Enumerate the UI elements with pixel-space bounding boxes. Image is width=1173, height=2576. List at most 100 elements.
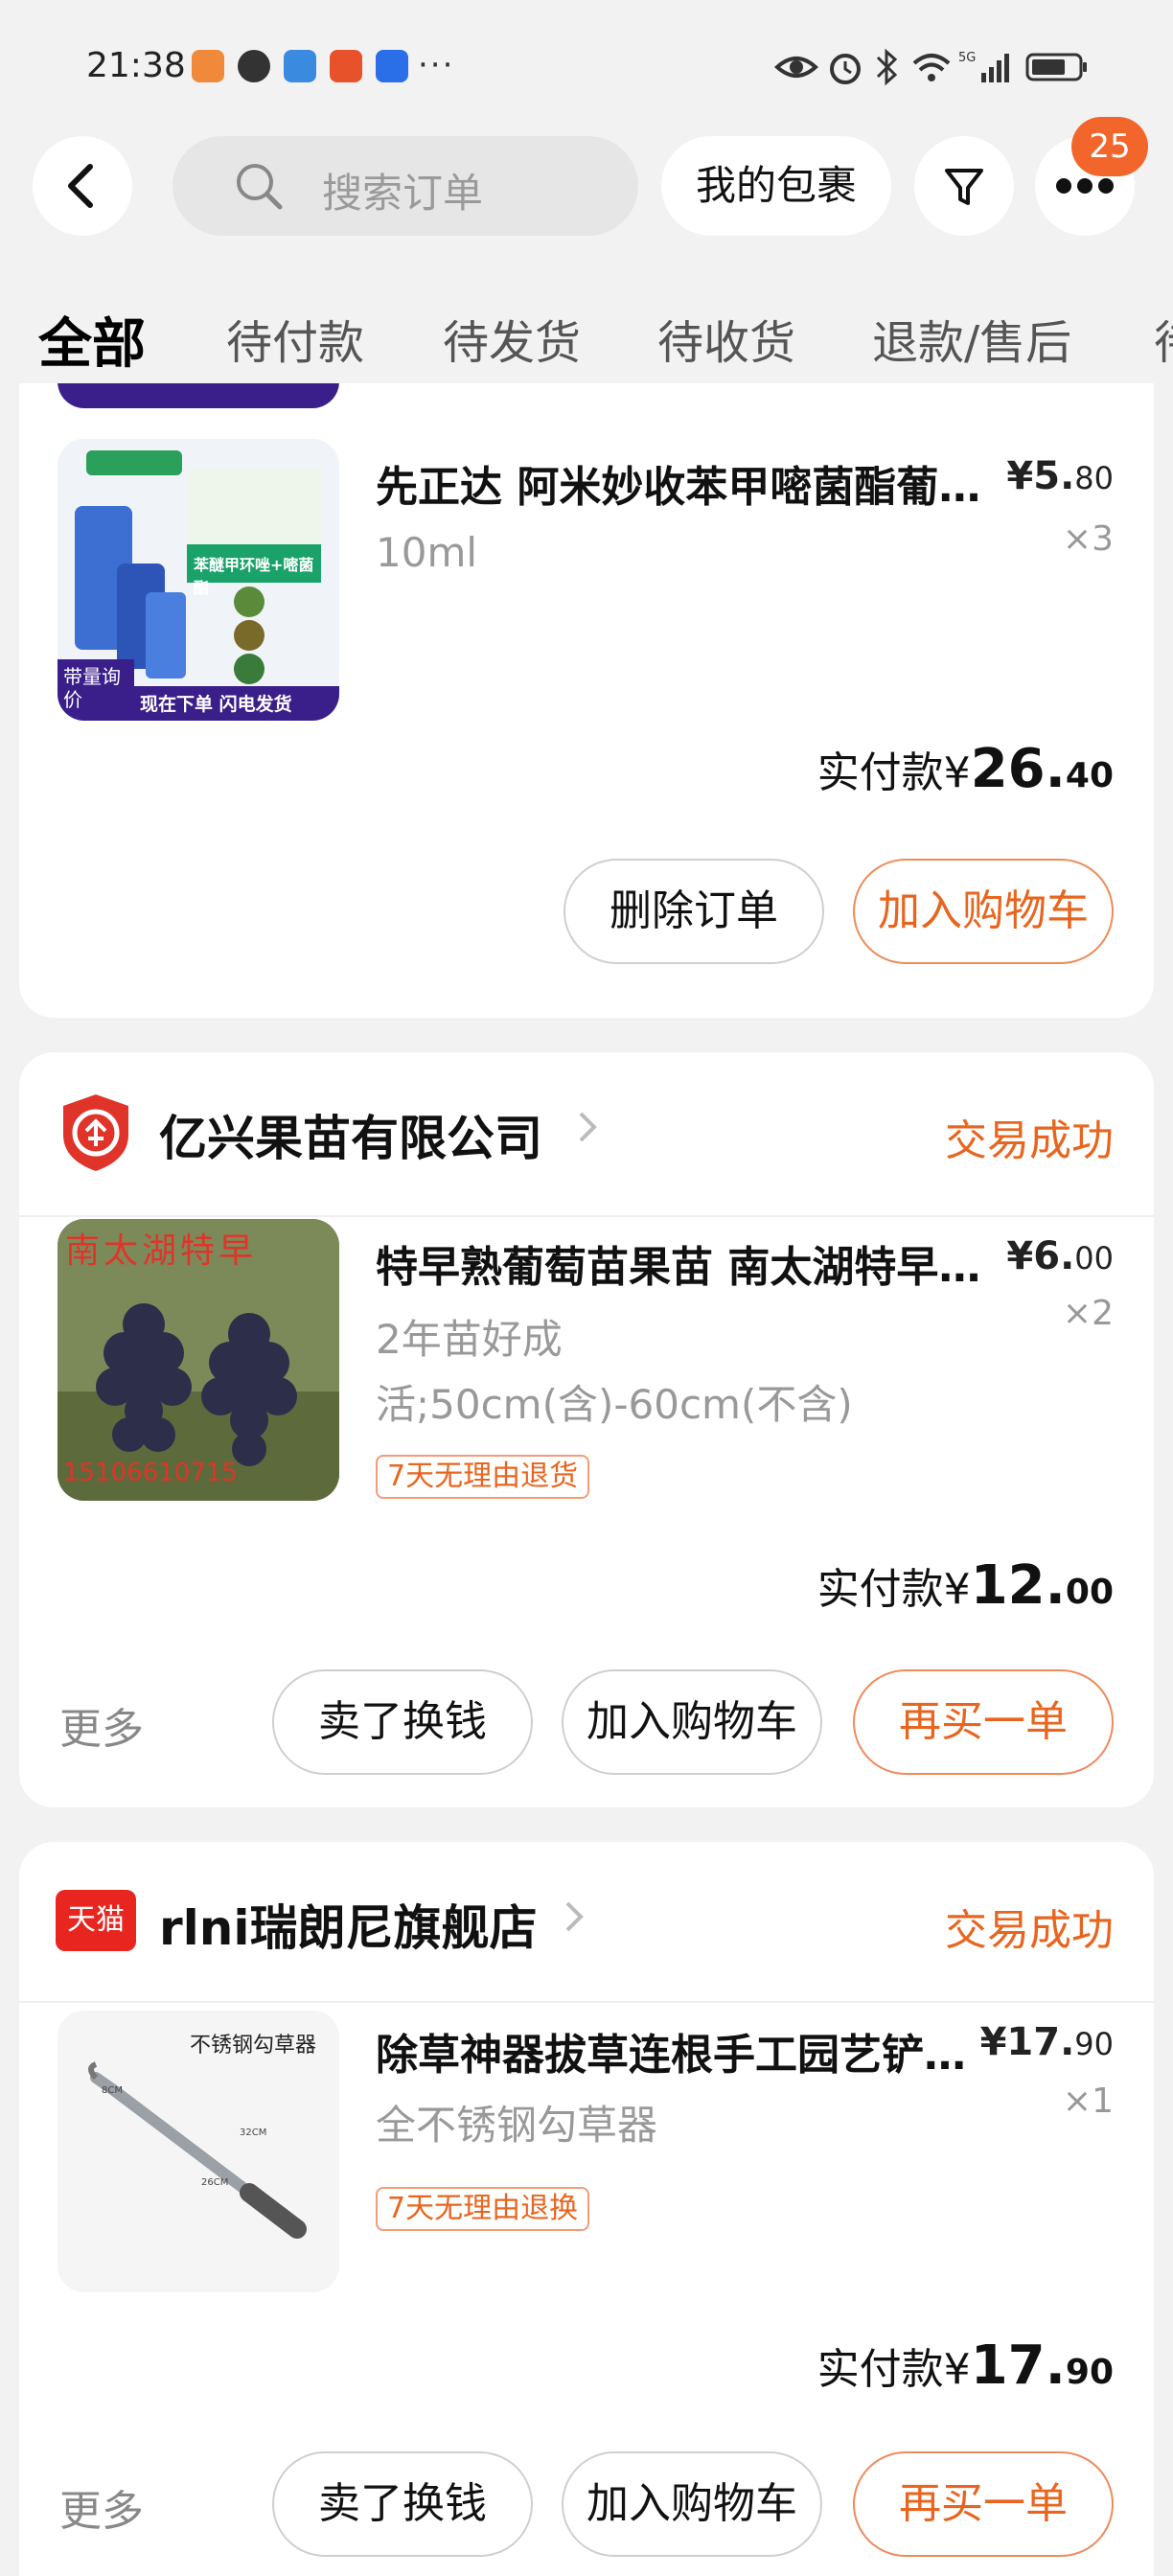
- divider: [19, 2001, 1154, 2003]
- product-sku-line2: 活;50cm(含)-60cm(不含): [376, 1381, 853, 1428]
- more-notifications: ···: [418, 46, 455, 84]
- product-image[interactable]: 南太湖特早 15106610715: [58, 1219, 339, 1501]
- alarm-icon: [830, 54, 861, 84]
- product-price: ¥17.90: [979, 2020, 1114, 2064]
- bluetooth-icon: [876, 48, 898, 86]
- order-card: 天猫 rlni瑞朗尼旗舰店 交易成功 8CM 32CM 26CM 不锈钢勾草器 …: [19, 1842, 1154, 2576]
- message-count-badge: 25: [1071, 117, 1148, 176]
- svg-text:5G: 5G: [958, 51, 976, 65]
- product-title[interactable]: 特早熟葡萄苗果苗 南太湖特早…: [376, 1232, 1008, 1294]
- paid-decimal: 40: [1065, 756, 1114, 795]
- shop-header[interactable]: 亿兴果苗有限公司 交易成功: [19, 1052, 1154, 1215]
- more-actions-link[interactable]: 更多: [59, 1694, 144, 1756]
- product-sku: 全不锈钢勾草器: [376, 2102, 658, 2149]
- add-to-cart-button[interactable]: 加入购物车: [562, 2451, 822, 2557]
- shop-name[interactable]: rlni瑞朗尼旗舰店: [159, 1890, 538, 1959]
- order-card: 亿兴果苗有限公司 交易成功 南太湖特早 15106610715 特早熟葡萄苗果苗…: [19, 1052, 1154, 1807]
- product-image[interactable]: 苯醚甲环唑+嘧菌酯 带量询价 现在下单 闪电发货: [58, 439, 339, 721]
- delete-order-button[interactable]: 删除订单: [564, 859, 824, 964]
- shop-header[interactable]: 天猫 rlni瑞朗尼旗舰店 交易成功: [19, 1842, 1154, 2005]
- product-title[interactable]: 先正达 阿米妙收苯甲嘧菌酯葡…: [376, 452, 1008, 514]
- order-status: 交易成功: [945, 1116, 1114, 1165]
- return-policy-tag: 7天无理由退货: [376, 1455, 590, 1499]
- add-to-cart-button[interactable]: 加入购物车: [562, 1669, 822, 1775]
- message-notification-icon: [238, 50, 270, 82]
- paid-integer: 17.: [970, 2334, 1066, 2397]
- paid-label: 实付款¥: [816, 748, 971, 797]
- tmall-logo-icon: 天猫: [56, 1890, 136, 1951]
- weather-notification-icon: [284, 50, 316, 82]
- sell-button[interactable]: 卖了换钱: [272, 1669, 533, 1775]
- order-status: 交易成功: [945, 1906, 1114, 1955]
- buy-again-button[interactable]: 再买一单: [853, 1669, 1114, 1775]
- price-integer: 5.: [1033, 454, 1075, 498]
- paid-integer: 26.: [970, 738, 1066, 800]
- eye-icon: [774, 57, 818, 78]
- paid-amount: 实付款¥12.00: [817, 1554, 1114, 1617]
- product-quantity: ×3: [1062, 519, 1114, 559]
- shop-name[interactable]: 亿兴果苗有限公司: [159, 1100, 542, 1169]
- product-sku: 10ml: [376, 529, 478, 576]
- order-card: 苯醚甲环唑+嘧菌酯 带量询价 现在下单 闪电发货 先正达 阿米妙收苯甲嘧菌酯葡……: [19, 383, 1154, 1018]
- price-decimal: 90: [1074, 2026, 1114, 2062]
- svg-text:8CM: 8CM: [102, 2085, 123, 2096]
- product-image-banner: 现在下单 闪电发货: [140, 694, 292, 715]
- status-time: 21:38: [86, 46, 186, 85]
- product-quantity: ×1: [1062, 2082, 1114, 2121]
- divider: [19, 1215, 1154, 1217]
- search-input[interactable]: 搜索订单: [172, 136, 638, 236]
- product-quantity: ×2: [1062, 1294, 1114, 1333]
- taobao-notification-icon: [330, 50, 362, 82]
- paid-amount: 实付款¥26.40: [817, 738, 1114, 800]
- product-image-caption: 南太湖特早: [65, 1231, 258, 1271]
- return-policy-tag: 7天无理由退换: [376, 2187, 590, 2231]
- product-sku-line1: 2年苗好成: [376, 1316, 563, 1363]
- product-price: ¥6.00: [1006, 1234, 1114, 1278]
- tab-all[interactable]: 全部: [38, 301, 146, 379]
- product-image-caption: 不锈钢勾草器: [189, 2034, 316, 2058]
- tab-pending-receipt[interactable]: 待收货: [657, 305, 795, 372]
- price-decimal: 80: [1074, 460, 1114, 496]
- more-actions-link[interactable]: 更多: [59, 2476, 144, 2538]
- my-packages-button[interactable]: 我的包裹: [661, 136, 891, 236]
- order-list: 苯醚甲环唑+嘧菌酯 带量询价 现在下单 闪电发货 先正达 阿米妙收苯甲嘧菌酯葡……: [0, 383, 1173, 2576]
- chevron-right-icon: [565, 1901, 584, 1932]
- product-image[interactable]: 8CM 32CM 26CM 不锈钢勾草器: [58, 2011, 339, 2292]
- status-bar: 21:38 ··· 5G: [0, 0, 1173, 134]
- paid-amount: 实付款¥17.90: [817, 2334, 1114, 2397]
- paid-integer: 12.: [970, 1554, 1066, 1617]
- back-button[interactable]: [33, 136, 132, 236]
- order-tabs: 全部 待付款 待发货 待收货 退款/售后 待评价: [0, 288, 1173, 383]
- tab-pending-payment[interactable]: 待付款: [226, 305, 364, 372]
- tab-refund-aftersales[interactable]: 退款/售后: [872, 305, 1071, 372]
- search-icon: [237, 164, 283, 210]
- sell-button[interactable]: 卖了换钱: [272, 2451, 533, 2557]
- battery-icon: [1025, 53, 1087, 81]
- filter-icon: [945, 169, 983, 205]
- price-decimal: 00: [1074, 1240, 1114, 1276]
- search-placeholder: 搜索订单: [322, 170, 484, 217]
- price-integer: 17.: [1006, 2020, 1075, 2064]
- tab-pending-shipment[interactable]: 待发货: [443, 305, 581, 372]
- signal-icon: 5G: [958, 51, 1009, 82]
- previous-product-image: [58, 383, 339, 408]
- paid-label: 实付款¥: [816, 2345, 971, 2394]
- product-image-badge: 带量询价: [63, 665, 121, 711]
- app-notification-icon: [192, 50, 224, 82]
- svg-text:26CM: 26CM: [201, 2177, 228, 2188]
- nav-notification-icon: [376, 50, 408, 82]
- buy-again-button[interactable]: 再买一单: [853, 2451, 1114, 2557]
- enterprise-shop-icon: [63, 1094, 128, 1171]
- tab-pending-review[interactable]: 待评价: [1154, 305, 1173, 372]
- product-price: ¥5.80: [1006, 454, 1114, 498]
- paid-decimal: 00: [1065, 1573, 1114, 1612]
- chevron-right-icon: [579, 1112, 597, 1142]
- add-to-cart-button[interactable]: 加入购物车: [853, 859, 1114, 964]
- svg-text:32CM: 32CM: [240, 2128, 266, 2138]
- paid-label: 实付款¥: [816, 1565, 971, 1614]
- price-integer: 6.: [1033, 1234, 1075, 1278]
- product-title[interactable]: 除草神器拔草连根手工园艺铲…: [376, 2020, 1008, 2082]
- product-image-caption: 苯醚甲环唑+嘧菌酯: [194, 556, 314, 597]
- filter-button[interactable]: [914, 136, 1014, 236]
- product-image-phone: 15106610715: [63, 1459, 238, 1487]
